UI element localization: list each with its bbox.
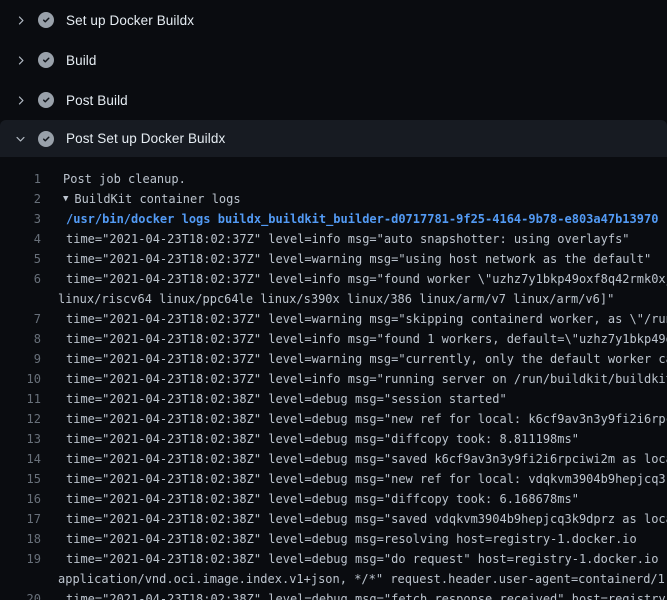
line-number[interactable]: 5 (0, 249, 41, 269)
line-number[interactable]: 12 (0, 409, 41, 429)
line-number[interactable]: 7 (0, 309, 41, 329)
step-row-post-set-up-docker-buildx[interactable]: Post Set up Docker Buildx (0, 120, 667, 157)
log-text: time="2021-04-23T18:02:38Z" level=debug … (41, 429, 579, 449)
line-number (0, 289, 41, 309)
step-row-post-build[interactable]: Post Build (0, 80, 667, 120)
step-label: Set up Docker Buildx (66, 13, 194, 28)
line-number[interactable]: 4 (0, 229, 41, 249)
log-text: time="2021-04-23T18:02:38Z" level=debug … (41, 529, 637, 549)
log-text: time="2021-04-23T18:02:38Z" level=debug … (41, 489, 579, 509)
log-text: time="2021-04-23T18:02:38Z" level=debug … (41, 469, 667, 489)
log-line: 6 time="2021-04-23T18:02:37Z" level=info… (0, 269, 667, 289)
log-text: /usr/bin/docker logs buildx_buildkit_bui… (41, 209, 658, 229)
chevron-right-icon[interactable] (12, 52, 28, 68)
log-line: 15 time="2021-04-23T18:02:38Z" level=deb… (0, 469, 667, 489)
line-number[interactable]: 13 (0, 429, 41, 449)
log-line: 19 time="2021-04-23T18:02:38Z" level=deb… (0, 549, 667, 569)
log-text: application/vnd.oci.image.index.v1+json,… (41, 569, 667, 589)
log-text: time="2021-04-23T18:02:38Z" level=debug … (41, 389, 507, 409)
step-label: Post Build (66, 93, 128, 108)
line-number[interactable]: 19 (0, 549, 41, 569)
log-line: application/vnd.oci.image.index.v1+json,… (0, 569, 667, 589)
line-number[interactable]: 20 (0, 589, 41, 600)
log-line: 11 time="2021-04-23T18:02:38Z" level=deb… (0, 389, 667, 409)
workflow-log-viewer: Set up Docker Buildx Build Post Build Po… (0, 0, 667, 600)
log-line: 5 time="2021-04-23T18:02:37Z" level=warn… (0, 249, 667, 269)
log-text: time="2021-04-23T18:02:38Z" level=debug … (41, 509, 667, 529)
log-text: time="2021-04-23T18:02:38Z" level=debug … (41, 449, 667, 469)
log-text: time="2021-04-23T18:02:37Z" level=info m… (41, 229, 630, 249)
line-number[interactable]: 11 (0, 389, 41, 409)
step-row-set-up-docker-buildx[interactable]: Set up Docker Buildx (0, 0, 667, 40)
log-text: linux/riscv64 linux/ppc64le linux/s390x … (41, 289, 614, 309)
log-line: 9 time="2021-04-23T18:02:37Z" level=warn… (0, 349, 667, 369)
log-line: 18 time="2021-04-23T18:02:38Z" level=deb… (0, 529, 667, 549)
line-number[interactable]: 15 (0, 469, 41, 489)
line-number (0, 569, 41, 589)
log-line: 1 Post job cleanup. (0, 169, 667, 189)
log-text: time="2021-04-23T18:02:37Z" level=info m… (41, 269, 667, 289)
log-line: 10 time="2021-04-23T18:02:37Z" level=inf… (0, 369, 667, 389)
log-text: time="2021-04-23T18:02:38Z" level=debug … (41, 589, 667, 600)
step-label: Build (66, 53, 97, 68)
check-circle-icon (38, 131, 54, 147)
line-number[interactable]: 10 (0, 369, 41, 389)
line-number[interactable]: 3 (0, 209, 41, 229)
log-line: 8 time="2021-04-23T18:02:37Z" level=info… (0, 329, 667, 349)
log-line: 7 time="2021-04-23T18:02:37Z" level=warn… (0, 309, 667, 329)
log-text: time="2021-04-23T18:02:37Z" level=info m… (41, 329, 667, 349)
step-label: Post Set up Docker Buildx (66, 131, 225, 146)
chevron-right-icon[interactable] (12, 92, 28, 108)
log-text: time="2021-04-23T18:02:38Z" level=debug … (41, 409, 667, 429)
log-line: 14 time="2021-04-23T18:02:38Z" level=deb… (0, 449, 667, 469)
log-text: time="2021-04-23T18:02:37Z" level=info m… (41, 369, 667, 389)
line-number[interactable]: 1 (0, 169, 41, 189)
log-line: 17 time="2021-04-23T18:02:38Z" level=deb… (0, 509, 667, 529)
check-circle-icon (38, 12, 54, 28)
log-text: time="2021-04-23T18:02:37Z" level=warnin… (41, 309, 667, 329)
log-text: Post job cleanup. (41, 169, 186, 189)
log-text: time="2021-04-23T18:02:37Z" level=warnin… (41, 349, 667, 369)
log-group-header[interactable]: 2 ▼ BuildKit container logs (0, 189, 667, 209)
log-text: time="2021-04-23T18:02:37Z" level=warnin… (41, 249, 651, 269)
log-text: BuildKit container logs (74, 189, 240, 209)
log-command-line: 3 /usr/bin/docker logs buildx_buildkit_b… (0, 209, 667, 229)
log-text: time="2021-04-23T18:02:38Z" level=debug … (41, 549, 667, 569)
line-number[interactable]: 2 (0, 189, 41, 209)
line-number[interactable]: 6 (0, 269, 41, 289)
log-line: 4 time="2021-04-23T18:02:37Z" level=info… (0, 229, 667, 249)
line-number[interactable]: 9 (0, 349, 41, 369)
steps-list: Set up Docker Buildx Build Post Build Po… (0, 0, 667, 157)
log-line: linux/riscv64 linux/ppc64le linux/s390x … (0, 289, 667, 309)
log-line: 12 time="2021-04-23T18:02:38Z" level=deb… (0, 409, 667, 429)
log-area: 1 Post job cleanup. 2 ▼ BuildKit containe… (0, 157, 667, 600)
chevron-right-icon[interactable] (12, 12, 28, 28)
line-number[interactable]: 8 (0, 329, 41, 349)
check-circle-icon (38, 52, 54, 68)
group-collapse-triangle-icon[interactable]: ▼ (41, 189, 68, 209)
chevron-down-icon[interactable] (12, 131, 28, 147)
line-number[interactable]: 16 (0, 489, 41, 509)
log-line: 16 time="2021-04-23T18:02:38Z" level=deb… (0, 489, 667, 509)
line-number[interactable]: 18 (0, 529, 41, 549)
check-circle-icon (38, 92, 54, 108)
log-line: 20 time="2021-04-23T18:02:38Z" level=deb… (0, 589, 667, 600)
log-line: 13 time="2021-04-23T18:02:38Z" level=deb… (0, 429, 667, 449)
line-number[interactable]: 17 (0, 509, 41, 529)
step-row-build[interactable]: Build (0, 40, 667, 80)
line-number[interactable]: 14 (0, 449, 41, 469)
